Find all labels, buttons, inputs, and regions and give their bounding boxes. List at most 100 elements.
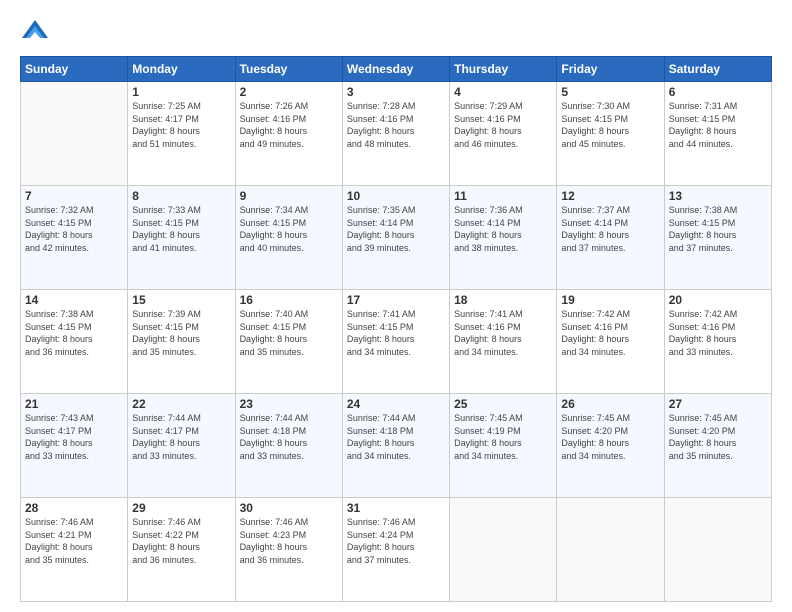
calendar-cell: 25Sunrise: 7:45 AM Sunset: 4:19 PM Dayli… <box>450 394 557 498</box>
day-number: 5 <box>561 85 659 99</box>
calendar-cell: 16Sunrise: 7:40 AM Sunset: 4:15 PM Dayli… <box>235 290 342 394</box>
day-info: Sunrise: 7:41 AM Sunset: 4:15 PM Dayligh… <box>347 308 445 358</box>
logo-icon <box>20 18 50 46</box>
day-number: 4 <box>454 85 552 99</box>
day-number: 15 <box>132 293 230 307</box>
calendar-cell: 21Sunrise: 7:43 AM Sunset: 4:17 PM Dayli… <box>21 394 128 498</box>
day-number: 22 <box>132 397 230 411</box>
calendar-cell <box>21 82 128 186</box>
day-number: 2 <box>240 85 338 99</box>
day-info: Sunrise: 7:44 AM Sunset: 4:17 PM Dayligh… <box>132 412 230 462</box>
day-info: Sunrise: 7:34 AM Sunset: 4:15 PM Dayligh… <box>240 204 338 254</box>
day-number: 31 <box>347 501 445 515</box>
calendar-cell: 28Sunrise: 7:46 AM Sunset: 4:21 PM Dayli… <box>21 498 128 602</box>
day-info: Sunrise: 7:45 AM Sunset: 4:20 PM Dayligh… <box>561 412 659 462</box>
day-info: Sunrise: 7:35 AM Sunset: 4:14 PM Dayligh… <box>347 204 445 254</box>
calendar-cell: 10Sunrise: 7:35 AM Sunset: 4:14 PM Dayli… <box>342 186 449 290</box>
day-info: Sunrise: 7:45 AM Sunset: 4:19 PM Dayligh… <box>454 412 552 462</box>
day-info: Sunrise: 7:43 AM Sunset: 4:17 PM Dayligh… <box>25 412 123 462</box>
calendar-cell: 18Sunrise: 7:41 AM Sunset: 4:16 PM Dayli… <box>450 290 557 394</box>
calendar-cell: 22Sunrise: 7:44 AM Sunset: 4:17 PM Dayli… <box>128 394 235 498</box>
day-info: Sunrise: 7:38 AM Sunset: 4:15 PM Dayligh… <box>25 308 123 358</box>
day-number: 20 <box>669 293 767 307</box>
day-number: 16 <box>240 293 338 307</box>
day-number: 12 <box>561 189 659 203</box>
day-info: Sunrise: 7:31 AM Sunset: 4:15 PM Dayligh… <box>669 100 767 150</box>
day-info: Sunrise: 7:42 AM Sunset: 4:16 PM Dayligh… <box>561 308 659 358</box>
calendar-week-row: 14Sunrise: 7:38 AM Sunset: 4:15 PM Dayli… <box>21 290 772 394</box>
day-info: Sunrise: 7:41 AM Sunset: 4:16 PM Dayligh… <box>454 308 552 358</box>
calendar-week-row: 21Sunrise: 7:43 AM Sunset: 4:17 PM Dayli… <box>21 394 772 498</box>
calendar-cell: 4Sunrise: 7:29 AM Sunset: 4:16 PM Daylig… <box>450 82 557 186</box>
day-number: 3 <box>347 85 445 99</box>
day-info: Sunrise: 7:42 AM Sunset: 4:16 PM Dayligh… <box>669 308 767 358</box>
calendar-cell: 26Sunrise: 7:45 AM Sunset: 4:20 PM Dayli… <box>557 394 664 498</box>
day-number: 28 <box>25 501 123 515</box>
header <box>20 18 772 46</box>
calendar-week-row: 1Sunrise: 7:25 AM Sunset: 4:17 PM Daylig… <box>21 82 772 186</box>
day-number: 8 <box>132 189 230 203</box>
calendar-header-monday: Monday <box>128 57 235 82</box>
calendar-cell: 19Sunrise: 7:42 AM Sunset: 4:16 PM Dayli… <box>557 290 664 394</box>
logo <box>20 18 54 46</box>
day-number: 24 <box>347 397 445 411</box>
calendar-header-wednesday: Wednesday <box>342 57 449 82</box>
calendar-cell: 2Sunrise: 7:26 AM Sunset: 4:16 PM Daylig… <box>235 82 342 186</box>
day-info: Sunrise: 7:46 AM Sunset: 4:21 PM Dayligh… <box>25 516 123 566</box>
calendar-cell: 15Sunrise: 7:39 AM Sunset: 4:15 PM Dayli… <box>128 290 235 394</box>
calendar-cell: 14Sunrise: 7:38 AM Sunset: 4:15 PM Dayli… <box>21 290 128 394</box>
day-number: 6 <box>669 85 767 99</box>
calendar-cell: 13Sunrise: 7:38 AM Sunset: 4:15 PM Dayli… <box>664 186 771 290</box>
day-number: 19 <box>561 293 659 307</box>
calendar-cell: 6Sunrise: 7:31 AM Sunset: 4:15 PM Daylig… <box>664 82 771 186</box>
day-info: Sunrise: 7:44 AM Sunset: 4:18 PM Dayligh… <box>347 412 445 462</box>
calendar-cell <box>664 498 771 602</box>
day-number: 1 <box>132 85 230 99</box>
day-number: 29 <box>132 501 230 515</box>
day-number: 30 <box>240 501 338 515</box>
day-info: Sunrise: 7:36 AM Sunset: 4:14 PM Dayligh… <box>454 204 552 254</box>
calendar-cell: 23Sunrise: 7:44 AM Sunset: 4:18 PM Dayli… <box>235 394 342 498</box>
day-info: Sunrise: 7:40 AM Sunset: 4:15 PM Dayligh… <box>240 308 338 358</box>
calendar-cell: 29Sunrise: 7:46 AM Sunset: 4:22 PM Dayli… <box>128 498 235 602</box>
day-info: Sunrise: 7:39 AM Sunset: 4:15 PM Dayligh… <box>132 308 230 358</box>
day-info: Sunrise: 7:37 AM Sunset: 4:14 PM Dayligh… <box>561 204 659 254</box>
calendar-week-row: 28Sunrise: 7:46 AM Sunset: 4:21 PM Dayli… <box>21 498 772 602</box>
calendar-cell: 17Sunrise: 7:41 AM Sunset: 4:15 PM Dayli… <box>342 290 449 394</box>
calendar-cell: 11Sunrise: 7:36 AM Sunset: 4:14 PM Dayli… <box>450 186 557 290</box>
day-number: 14 <box>25 293 123 307</box>
day-info: Sunrise: 7:32 AM Sunset: 4:15 PM Dayligh… <box>25 204 123 254</box>
calendar-week-row: 7Sunrise: 7:32 AM Sunset: 4:15 PM Daylig… <box>21 186 772 290</box>
day-info: Sunrise: 7:30 AM Sunset: 4:15 PM Dayligh… <box>561 100 659 150</box>
calendar-cell <box>557 498 664 602</box>
calendar-cell: 30Sunrise: 7:46 AM Sunset: 4:23 PM Dayli… <box>235 498 342 602</box>
calendar-cell: 5Sunrise: 7:30 AM Sunset: 4:15 PM Daylig… <box>557 82 664 186</box>
calendar-cell: 31Sunrise: 7:46 AM Sunset: 4:24 PM Dayli… <box>342 498 449 602</box>
calendar-cell: 1Sunrise: 7:25 AM Sunset: 4:17 PM Daylig… <box>128 82 235 186</box>
day-info: Sunrise: 7:46 AM Sunset: 4:23 PM Dayligh… <box>240 516 338 566</box>
day-info: Sunrise: 7:28 AM Sunset: 4:16 PM Dayligh… <box>347 100 445 150</box>
day-info: Sunrise: 7:33 AM Sunset: 4:15 PM Dayligh… <box>132 204 230 254</box>
calendar-header-thursday: Thursday <box>450 57 557 82</box>
calendar-cell: 12Sunrise: 7:37 AM Sunset: 4:14 PM Dayli… <box>557 186 664 290</box>
calendar-header-friday: Friday <box>557 57 664 82</box>
calendar-cell: 20Sunrise: 7:42 AM Sunset: 4:16 PM Dayli… <box>664 290 771 394</box>
day-info: Sunrise: 7:46 AM Sunset: 4:24 PM Dayligh… <box>347 516 445 566</box>
day-number: 25 <box>454 397 552 411</box>
day-info: Sunrise: 7:45 AM Sunset: 4:20 PM Dayligh… <box>669 412 767 462</box>
calendar-cell: 9Sunrise: 7:34 AM Sunset: 4:15 PM Daylig… <box>235 186 342 290</box>
calendar-header-sunday: Sunday <box>21 57 128 82</box>
day-number: 9 <box>240 189 338 203</box>
day-info: Sunrise: 7:38 AM Sunset: 4:15 PM Dayligh… <box>669 204 767 254</box>
day-info: Sunrise: 7:25 AM Sunset: 4:17 PM Dayligh… <box>132 100 230 150</box>
day-info: Sunrise: 7:44 AM Sunset: 4:18 PM Dayligh… <box>240 412 338 462</box>
day-info: Sunrise: 7:26 AM Sunset: 4:16 PM Dayligh… <box>240 100 338 150</box>
calendar-header-saturday: Saturday <box>664 57 771 82</box>
calendar-cell: 8Sunrise: 7:33 AM Sunset: 4:15 PM Daylig… <box>128 186 235 290</box>
day-number: 27 <box>669 397 767 411</box>
calendar-cell: 7Sunrise: 7:32 AM Sunset: 4:15 PM Daylig… <box>21 186 128 290</box>
calendar-cell: 27Sunrise: 7:45 AM Sunset: 4:20 PM Dayli… <box>664 394 771 498</box>
day-number: 7 <box>25 189 123 203</box>
calendar-cell <box>450 498 557 602</box>
day-number: 21 <box>25 397 123 411</box>
